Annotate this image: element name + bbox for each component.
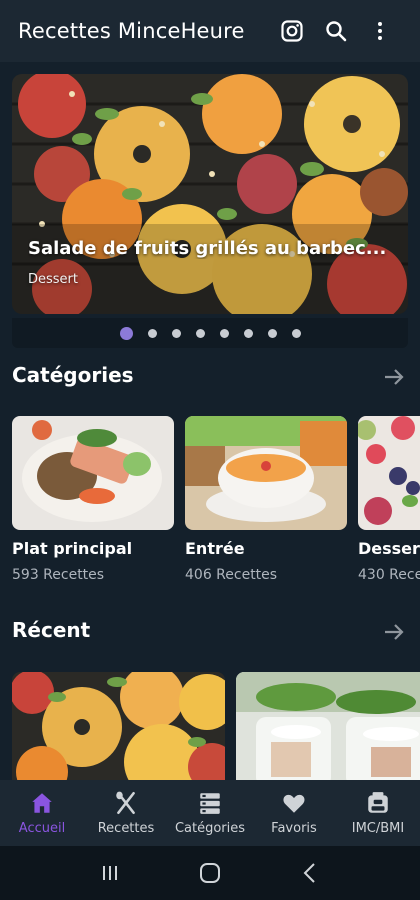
search-icon [326,21,347,42]
category-count: 406 Recettes [185,567,278,583]
nav-item-imc[interactable]: IMC/BMI [336,780,420,846]
featured-recipe-title: Salade de fruits grillés au barbec... [28,238,387,259]
carousel-indicator [12,318,408,348]
recent-recipe-card[interactable] [12,672,225,780]
category-image-plat-principal [12,416,174,530]
scale-icon [368,792,388,813]
nav-item-label: Recettes [97,821,155,836]
recent-recipe-image [12,672,225,780]
cutlery-icon [116,791,135,815]
app-bar: Recettes MinceHeure [0,0,420,62]
nav-item-favoris[interactable]: Favoris [252,780,336,846]
instagram-icon [281,20,303,42]
recent-recipe-card[interactable] [236,672,420,780]
category-count: 593 Recettes [12,567,105,583]
categories-icon [200,793,220,814]
nav-item-accueil[interactable]: Accueil [0,780,84,846]
nav-item-label: Catégories [174,821,246,836]
carousel-dot[interactable] [219,328,229,338]
recent-recipe-image [236,672,420,780]
system-navigation-bar [0,846,420,900]
search-button[interactable] [314,9,358,53]
categories-list: Plat principal 593 Recettes Entrée 406 R… [12,416,420,596]
featured-recipe-category: Dessert [28,272,78,287]
carousel-dot[interactable] [291,328,301,338]
category-count: 430 Recettes [358,567,420,583]
recent-apps-icon[interactable] [98,861,122,885]
category-card-plat-principal[interactable]: Plat principal 593 Recettes [12,416,174,583]
bottom-navigation: Accueil Recettes Catégories Favoris IMC/… [0,780,420,846]
categories-arrow-icon[interactable] [382,365,406,389]
category-name: Entrée [185,539,245,558]
carousel-dot[interactable] [243,328,253,338]
category-name: Dessert [358,539,420,558]
recent-recipes-list [12,672,420,780]
categories-section-title: Catégories [12,363,134,387]
nav-item-recettes[interactable]: Recettes [84,780,168,846]
nav-item-label: IMC/BMI [351,821,405,836]
nav-item-categories[interactable]: Catégories [168,780,252,846]
recent-arrow-icon[interactable] [382,620,406,644]
more-options-button[interactable] [358,9,402,53]
carousel-dot[interactable] [171,328,181,338]
carousel-dot-active[interactable] [119,326,133,340]
recent-section-title: Récent [12,618,91,642]
instagram-button[interactable] [270,9,314,53]
carousel-dot[interactable] [267,328,277,338]
back-icon[interactable] [298,861,322,885]
category-name: Plat principal [12,539,133,558]
category-card-entree[interactable]: Entrée 406 Recettes [185,416,347,583]
home-icon [32,793,52,813]
heart-icon [283,794,305,813]
category-card-dessert[interactable]: Dessert 430 Recettes [358,416,420,583]
app-title: Recettes MinceHeure [18,19,245,43]
carousel-dot[interactable] [147,328,157,338]
nav-item-label: Favoris [271,821,317,836]
nav-item-label: Accueil [18,821,66,836]
featured-recipe-carousel[interactable]: Salade de fruits grillés au barbec... De… [12,74,408,314]
more-vert-icon [378,22,382,40]
home-system-icon[interactable] [198,861,222,885]
category-image-dessert [358,416,420,530]
category-image-entree [185,416,347,530]
carousel-dot[interactable] [195,328,205,338]
